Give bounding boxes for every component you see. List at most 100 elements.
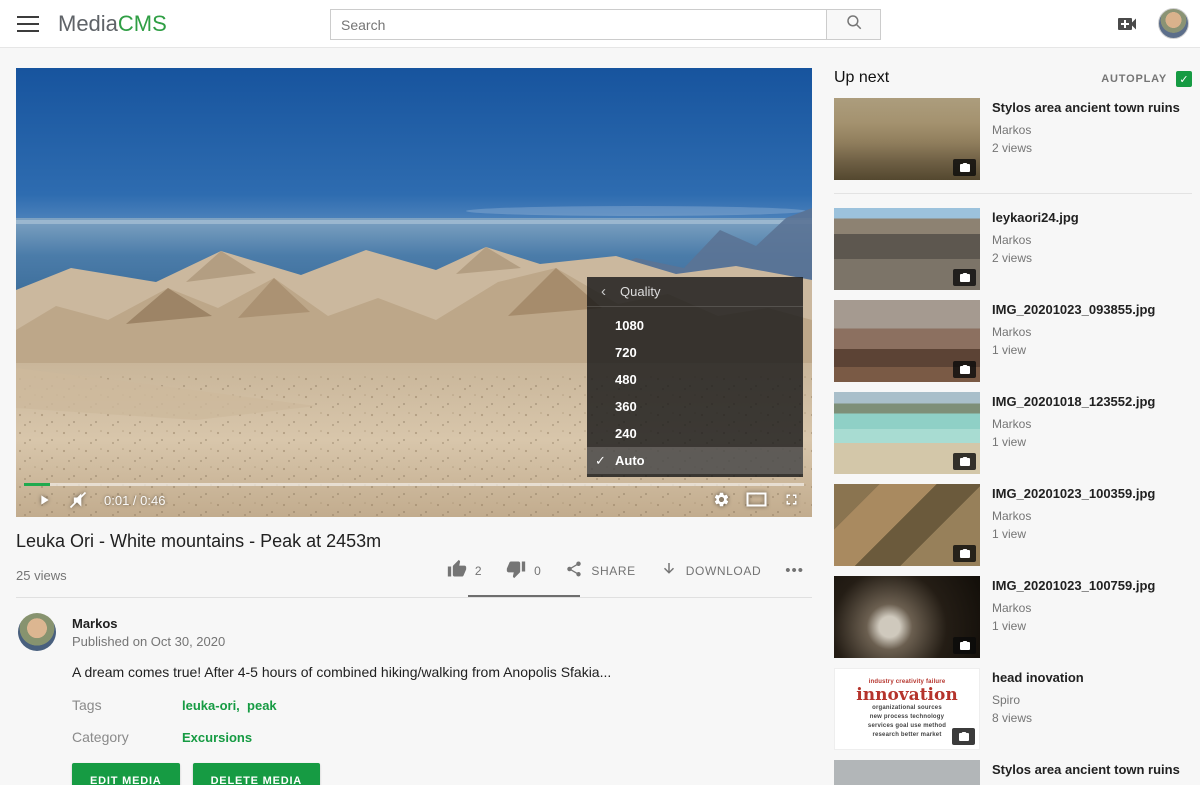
item-author[interactable]: Markos	[992, 233, 1079, 247]
tag-link-leuka-ori[interactable]: leuka-ori,	[182, 698, 240, 713]
play-icon[interactable]	[36, 492, 52, 508]
thumbnail[interactable]	[834, 760, 980, 785]
item-author[interactable]: Markos	[992, 601, 1155, 615]
up-next-item[interactable]: IMG_20201018_123552.jpg Markos 1 view	[834, 392, 1192, 474]
video-progress-bar[interactable]	[24, 483, 804, 486]
media-info-section: Leuka Ori - White mountains - Peak at 24…	[16, 517, 812, 785]
item-title[interactable]: IMG_20201023_100759.jpg	[992, 578, 1155, 594]
camera-icon	[952, 728, 975, 745]
item-title[interactable]: IMG_20201023_093855.jpg	[992, 302, 1155, 318]
item-author[interactable]: Markos	[992, 123, 1180, 137]
quality-option-1080[interactable]: 1080	[587, 312, 803, 339]
up-next-item[interactable]: IMG_20201023_100759.jpg Markos 1 view	[834, 576, 1192, 658]
up-next-item[interactable]: IMG_20201023_100359.jpg Markos 1 view	[834, 484, 1192, 566]
menu-icon[interactable]	[17, 16, 39, 32]
item-views: 1 view	[992, 435, 1155, 449]
rating-active-underline	[468, 595, 580, 597]
volume-muted-icon[interactable]	[68, 490, 88, 510]
quality-options: 1080 720 480 360 240 ✓Auto	[587, 307, 803, 474]
more-options-button[interactable]: •••	[785, 562, 804, 579]
autoplay-checkbox[interactable]: ✓	[1176, 71, 1192, 87]
logo[interactable]: MediaCMS	[58, 11, 167, 37]
thumbnail[interactable]	[834, 208, 980, 290]
thumbnail[interactable]	[834, 484, 980, 566]
item-text: Stylos area ancient town ruins Markos 2 …	[992, 98, 1180, 180]
quality-option-auto[interactable]: ✓Auto	[587, 447, 803, 474]
item-title[interactable]: Stylos area ancient town ruins	[992, 100, 1180, 116]
user-avatar[interactable]	[1158, 8, 1189, 39]
item-title[interactable]: head inovation	[992, 670, 1084, 686]
up-next-item[interactable]: leykaori24.jpg Markos 2 views	[834, 208, 1192, 290]
fullscreen-icon[interactable]	[783, 491, 800, 508]
thumbnail[interactable]: industry creativity failure innovation o…	[834, 668, 980, 750]
download-icon	[660, 560, 678, 581]
item-author[interactable]: Markos	[992, 509, 1155, 523]
chevron-left-icon: ‹	[601, 283, 606, 300]
download-label: DOWNLOAD	[686, 564, 761, 578]
search-button[interactable]	[827, 9, 881, 40]
camera-icon	[953, 545, 976, 562]
thumbnail[interactable]	[834, 392, 980, 474]
item-author[interactable]: Markos	[992, 417, 1155, 431]
share-button[interactable]: SHARE	[565, 560, 635, 581]
dislike-count: 0	[534, 564, 541, 578]
thumbnail[interactable]	[834, 576, 980, 658]
up-next-item[interactable]: industry creativity failure innovation o…	[834, 668, 1192, 750]
item-title[interactable]: IMG_20201018_123552.jpg	[992, 394, 1155, 410]
top-navbar: MediaCMS	[0, 0, 1200, 48]
thumb-down-icon	[506, 559, 526, 582]
logo-cms: CMS	[118, 11, 167, 36]
wordcloud-main: innovation	[856, 687, 957, 704]
thumbnail[interactable]	[834, 98, 980, 180]
up-next-item[interactable]: Stylos area ancient town ruins Markos 2 …	[834, 98, 1192, 194]
theater-mode-icon[interactable]	[746, 492, 767, 507]
quality-option-720[interactable]: 720	[587, 339, 803, 366]
media-description: A dream comes true! After 4-5 hours of c…	[72, 664, 611, 680]
up-next-item[interactable]: IMG_20201023_093855.jpg Markos 1 view	[834, 300, 1192, 382]
download-button[interactable]: DOWNLOAD	[660, 560, 761, 581]
item-title[interactable]: IMG_20201023_100359.jpg	[992, 486, 1155, 502]
video-player[interactable]: ‹ Quality 1080 720 480 360 240 ✓Auto	[16, 68, 812, 517]
quality-menu-back[interactable]: ‹ Quality	[587, 277, 803, 307]
author-name[interactable]: Markos	[72, 616, 118, 631]
like-button[interactable]: 2	[447, 559, 482, 582]
up-next-item[interactable]: Stylos area ancient town ruins	[834, 760, 1192, 785]
section-divider	[16, 597, 812, 598]
author-avatar[interactable]	[18, 613, 56, 651]
time-display: 0:01 / 0:46	[104, 493, 165, 508]
media-actions: 2 0 SHARE	[447, 559, 804, 582]
quality-option-480[interactable]: 480	[587, 366, 803, 393]
search-input[interactable]	[330, 9, 827, 40]
item-title[interactable]: Stylos area ancient town ruins	[992, 762, 1180, 778]
search-bar	[330, 9, 881, 40]
edit-media-button[interactable]: EDIT MEDIA	[72, 763, 180, 785]
upload-media-icon[interactable]	[1114, 12, 1140, 36]
thumbnail[interactable]	[834, 300, 980, 382]
wordcloud-text: organizational sources	[872, 704, 942, 713]
item-text: IMG_20201023_100759.jpg Markos 1 view	[992, 576, 1155, 658]
settings-gear-icon[interactable]	[713, 491, 730, 508]
player-controls-right	[713, 491, 800, 508]
search-icon	[845, 13, 863, 36]
camera-icon	[953, 361, 976, 378]
like-count: 2	[475, 564, 482, 578]
share-icon	[565, 560, 583, 581]
delete-media-button[interactable]: DELETE MEDIA	[193, 763, 321, 785]
publish-date: Published on Oct 30, 2020	[72, 634, 225, 649]
category-link-excursions[interactable]: Excursions	[182, 730, 252, 745]
item-author[interactable]: Markos	[992, 325, 1155, 339]
quality-option-240[interactable]: 240	[587, 420, 803, 447]
camera-icon	[953, 637, 976, 654]
item-author[interactable]: Spiro	[992, 693, 1084, 707]
autoplay-label: AUTOPLAY	[1101, 73, 1167, 85]
item-title[interactable]: leykaori24.jpg	[992, 210, 1079, 226]
player-controls-left: 0:01 / 0:46	[36, 490, 165, 510]
item-views: 2 views	[992, 141, 1180, 155]
progress-played	[24, 483, 50, 486]
category-value: Excursions	[182, 730, 252, 745]
item-text: IMG_20201018_123552.jpg Markos 1 view	[992, 392, 1155, 474]
camera-icon	[953, 453, 976, 470]
dislike-button[interactable]: 0	[506, 559, 541, 582]
quality-option-360[interactable]: 360	[587, 393, 803, 420]
tag-link-peak[interactable]: peak	[247, 698, 277, 713]
